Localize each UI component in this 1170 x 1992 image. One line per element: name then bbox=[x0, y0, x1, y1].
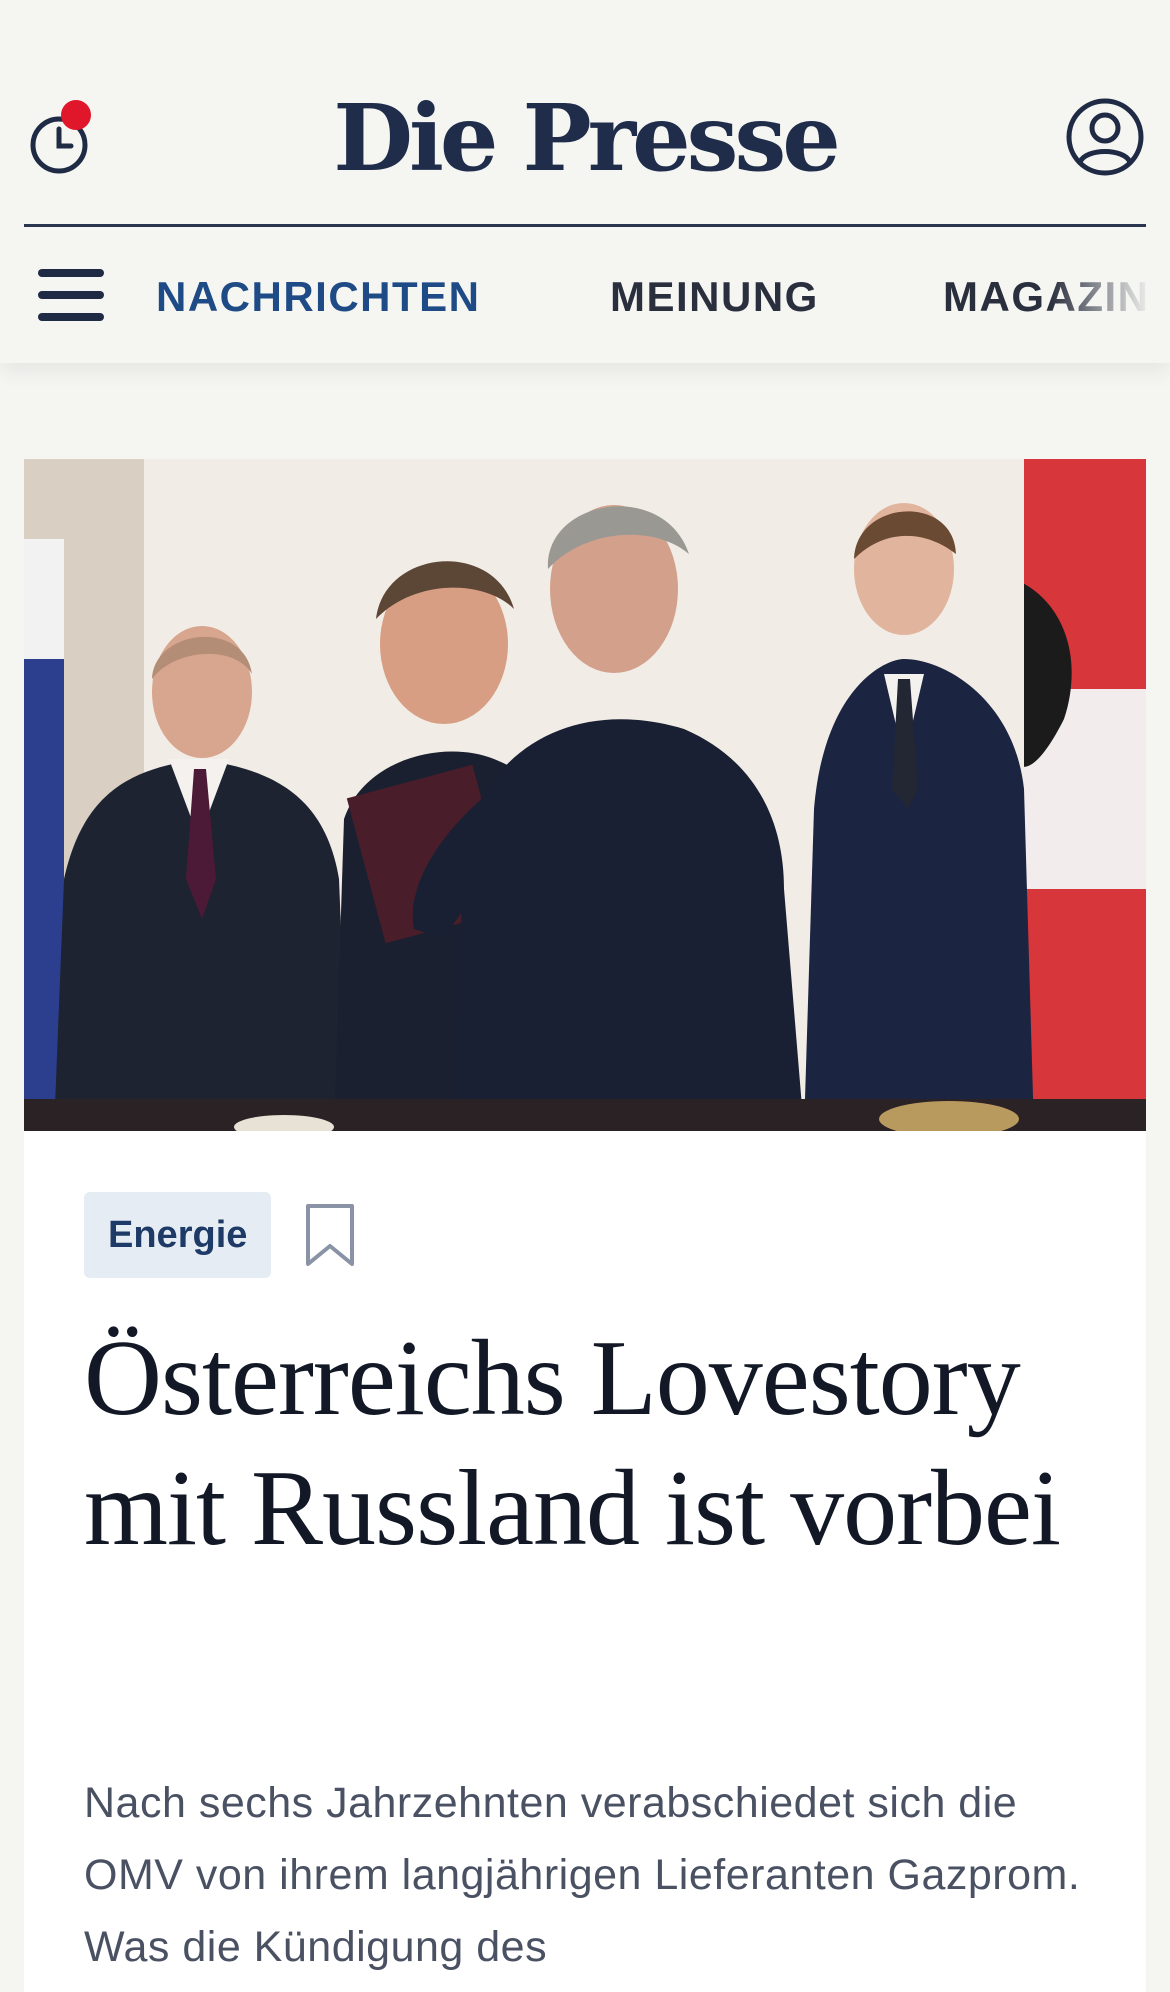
menu-button[interactable] bbox=[38, 269, 106, 323]
nav-item-nachrichten[interactable]: NACHRICHTEN bbox=[156, 272, 481, 322]
article-teaser: Nach sechs Jahrzehnten verabschiedet sic… bbox=[84, 1779, 1081, 1971]
nav-item-meinung[interactable]: MEINUNG bbox=[610, 272, 819, 322]
hero-photo bbox=[24, 459, 1146, 1131]
article-card[interactable]: Energie Österreichs Lovestory mit Russla… bbox=[24, 459, 1146, 1992]
bookmark-icon bbox=[306, 1204, 354, 1266]
article-hero-image[interactable] bbox=[24, 459, 1146, 1131]
site-logo[interactable]: Die Presse bbox=[0, 78, 1170, 198]
nav-scroll-fade bbox=[1050, 227, 1170, 363]
bookmark-button[interactable] bbox=[304, 1202, 356, 1268]
category-tag[interactable]: Energie bbox=[84, 1192, 272, 1278]
hamburger-icon bbox=[38, 269, 104, 277]
site-header: Die Presse NACHRICHTEN MEINUNG MAGAZIN bbox=[0, 0, 1170, 363]
top-bar: Die Presse bbox=[0, 0, 1170, 226]
account-button[interactable] bbox=[1064, 96, 1146, 178]
article-headline[interactable]: Österreichs Lovestory mit Russland ist v… bbox=[84, 1314, 1084, 1574]
main-navigation: NACHRICHTEN MEINUNG MAGAZIN bbox=[0, 227, 1170, 363]
user-icon bbox=[1066, 98, 1144, 176]
